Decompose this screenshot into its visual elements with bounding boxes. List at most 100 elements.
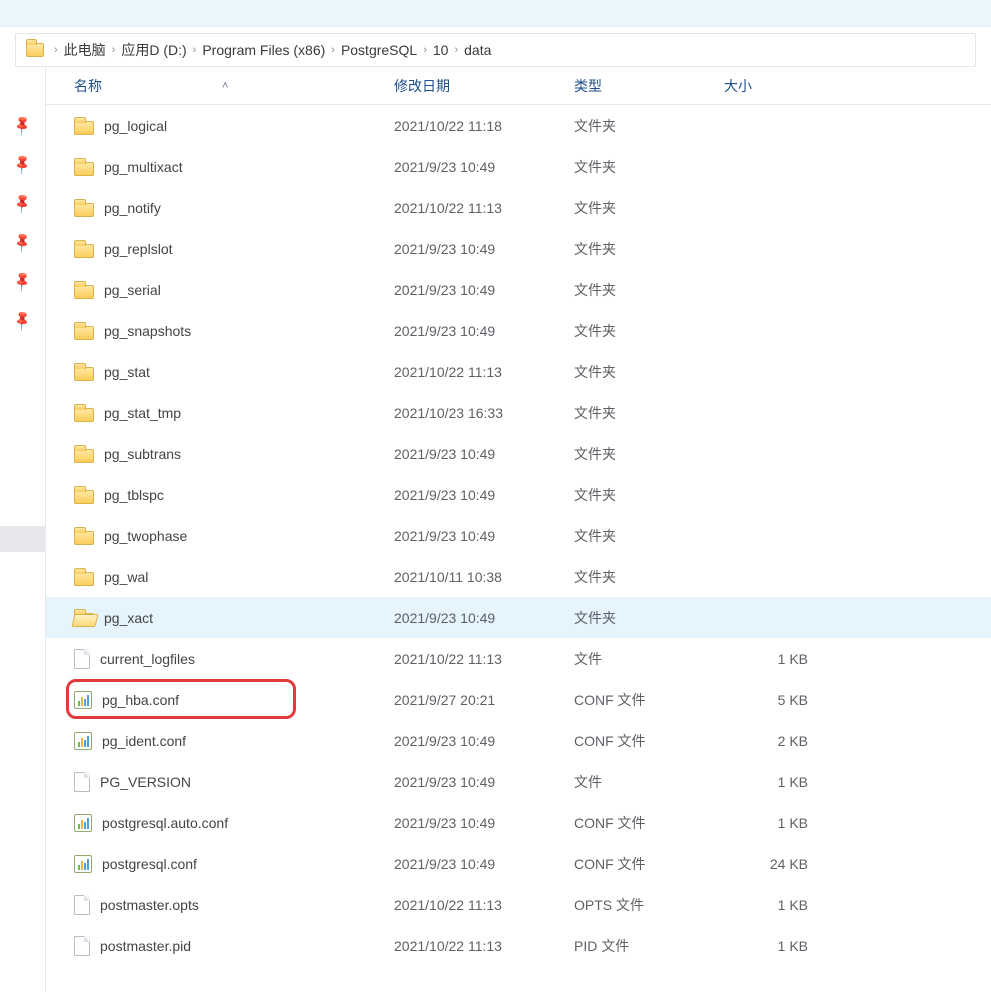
cell-name[interactable]: pg_hba.conf — [74, 691, 394, 709]
cell-name[interactable]: pg_twophase — [74, 527, 394, 545]
file-row[interactable]: postmaster.pid2021/10/22 11:13PID 文件1 KB — [46, 925, 991, 966]
column-header-name[interactable]: 名称 ˄ — [74, 76, 394, 96]
folder-icon — [74, 285, 94, 299]
cell-date: 2021/10/22 11:13 — [394, 364, 574, 380]
cell-name[interactable]: pg_subtrans — [74, 445, 394, 463]
file-name: pg_wal — [104, 569, 148, 585]
file-row[interactable]: current_logfiles2021/10/22 11:13文件1 KB — [46, 638, 991, 679]
column-header-type[interactable]: 类型 — [574, 76, 724, 96]
breadcrumb-item[interactable]: 10 — [433, 42, 449, 58]
chevron-right-icon[interactable]: › — [331, 44, 335, 56]
cell-size: 2 KB — [724, 733, 814, 749]
selected-nav-indicator — [0, 526, 45, 552]
file-row[interactable]: pg_logical2021/10/22 11:18文件夹 — [46, 105, 991, 146]
folder-icon — [74, 531, 94, 545]
file-row[interactable]: pg_subtrans2021/9/23 10:49文件夹 — [46, 433, 991, 474]
folder-icon — [74, 490, 94, 504]
file-name: pg_serial — [104, 282, 161, 298]
cell-name[interactable]: pg_notify — [74, 199, 394, 217]
pin-icon[interactable]: 📌 — [10, 230, 34, 254]
pin-icon[interactable]: 📌 — [10, 152, 34, 176]
cell-name[interactable]: pg_ident.conf — [74, 732, 394, 750]
cell-type: 文件夹 — [574, 485, 724, 505]
file-row[interactable]: PG_VERSION2021/9/23 10:49文件1 KB — [46, 761, 991, 802]
file-row[interactable]: pg_snapshots2021/9/23 10:49文件夹 — [46, 310, 991, 351]
file-name: pg_stat — [104, 364, 150, 380]
cell-name[interactable]: postmaster.pid — [74, 936, 394, 956]
breadcrumb-item[interactable]: Program Files (x86) — [202, 42, 325, 58]
file-row[interactable]: pg_stat 2021/10/22 11:13文件夹 — [46, 351, 991, 392]
cell-name[interactable]: current_logfiles — [74, 649, 394, 669]
cell-name[interactable]: pg_replslot — [74, 240, 394, 258]
cell-name[interactable]: pg_snapshots — [74, 322, 394, 340]
cell-size: 1 KB — [724, 815, 814, 831]
pin-icon[interactable]: 📌 — [10, 113, 34, 137]
file-row[interactable]: pg_twophase2021/9/23 10:49文件夹 — [46, 515, 991, 556]
breadcrumb-item[interactable]: data — [464, 42, 491, 58]
cell-type: 文件夹 — [574, 567, 724, 587]
cell-type: CONF 文件 — [574, 813, 724, 833]
breadcrumb-item[interactable]: 此电脑 — [64, 40, 106, 60]
file-row[interactable]: pg_ident.conf2021/9/23 10:49CONF 文件2 KB — [46, 720, 991, 761]
cell-date: 2021/10/11 10:38 — [394, 569, 574, 585]
cell-size: 1 KB — [724, 897, 814, 913]
window-top-strip — [0, 0, 991, 27]
cell-name[interactable]: pg_wal — [74, 568, 394, 586]
cell-type: 文件夹 — [574, 362, 724, 382]
chevron-right-icon[interactable]: › — [454, 44, 458, 56]
cell-name[interactable]: pg_stat_tmp — [74, 404, 394, 422]
file-name: pg_tblspc — [104, 487, 164, 503]
file-list: pg_logical2021/10/22 11:18文件夹pg_multixac… — [46, 105, 991, 992]
breadcrumb-bar[interactable]: › 此电脑 › 应用D (D:) › Program Files (x86) ›… — [15, 33, 976, 67]
breadcrumb-item[interactable]: 应用D (D:) — [121, 40, 186, 60]
column-header-size[interactable]: 大小 — [724, 76, 814, 96]
chevron-right-icon[interactable]: › — [423, 44, 427, 56]
pin-icon[interactable]: 📌 — [10, 269, 34, 293]
folder-icon — [74, 244, 94, 258]
cell-date: 2021/9/23 10:49 — [394, 528, 574, 544]
cell-name[interactable]: pg_tblspc — [74, 486, 394, 504]
cell-name[interactable]: postgresql.conf — [74, 855, 394, 873]
file-icon — [74, 895, 90, 915]
pin-icon[interactable]: 📌 — [10, 191, 34, 215]
file-row[interactable]: pg_tblspc2021/9/23 10:49文件夹 — [46, 474, 991, 515]
cell-name[interactable]: postgresql.auto.conf — [74, 814, 394, 832]
cell-name[interactable]: PG_VERSION — [74, 772, 394, 792]
file-name: pg_snapshots — [104, 323, 191, 339]
file-row[interactable]: pg_replslot2021/9/23 10:49文件夹 — [46, 228, 991, 269]
cell-name[interactable]: pg_serial — [74, 281, 394, 299]
file-row[interactable]: postmaster.opts2021/10/22 11:13OPTS 文件1 … — [46, 884, 991, 925]
cell-name[interactable]: pg_logical — [74, 117, 394, 135]
file-name: pg_multixact — [104, 159, 183, 175]
file-row[interactable]: pg_xact2021/9/23 10:49文件夹 — [46, 597, 991, 638]
file-row[interactable]: pg_multixact2021/9/23 10:49文件夹 — [46, 146, 991, 187]
conf-file-icon — [74, 691, 92, 709]
cell-name[interactable]: pg_stat — [74, 363, 394, 381]
file-name: current_logfiles — [100, 651, 195, 667]
chevron-right-icon[interactable]: › — [112, 44, 116, 56]
chevron-right-icon[interactable]: › — [193, 44, 197, 56]
cell-name[interactable]: pg_multixact — [74, 158, 394, 176]
file-row[interactable]: postgresql.conf2021/9/23 10:49CONF 文件24 … — [46, 843, 991, 884]
file-row[interactable]: pg_hba.conf2021/9/27 20:21CONF 文件5 KB — [46, 679, 991, 720]
file-name: postgresql.conf — [102, 856, 197, 872]
pin-icon[interactable]: 📌 — [10, 308, 34, 332]
cell-type: 文件夹 — [574, 239, 724, 259]
file-row[interactable]: pg_stat_tmp2021/10/23 16:33文件夹 — [46, 392, 991, 433]
cell-type: CONF 文件 — [574, 690, 724, 710]
file-row[interactable]: pg_wal 2021/10/11 10:38文件夹 — [46, 556, 991, 597]
cell-date: 2021/9/23 10:49 — [394, 241, 574, 257]
chevron-right-icon[interactable]: › — [54, 44, 58, 56]
folder-icon — [74, 408, 94, 422]
breadcrumb-item[interactable]: PostgreSQL — [341, 42, 417, 58]
file-row[interactable]: pg_notify2021/10/22 11:13文件夹 — [46, 187, 991, 228]
file-row[interactable]: postgresql.auto.conf2021/9/23 10:49CONF … — [46, 802, 991, 843]
cell-date: 2021/10/22 11:13 — [394, 200, 574, 216]
cell-name[interactable]: postmaster.opts — [74, 895, 394, 915]
cell-type: CONF 文件 — [574, 854, 724, 874]
file-row[interactable]: pg_serial2021/9/23 10:49文件夹 — [46, 269, 991, 310]
file-name: pg_logical — [104, 118, 167, 134]
cell-date: 2021/9/23 10:49 — [394, 282, 574, 298]
cell-name[interactable]: pg_xact — [74, 609, 394, 627]
column-header-date[interactable]: 修改日期 — [394, 76, 574, 96]
